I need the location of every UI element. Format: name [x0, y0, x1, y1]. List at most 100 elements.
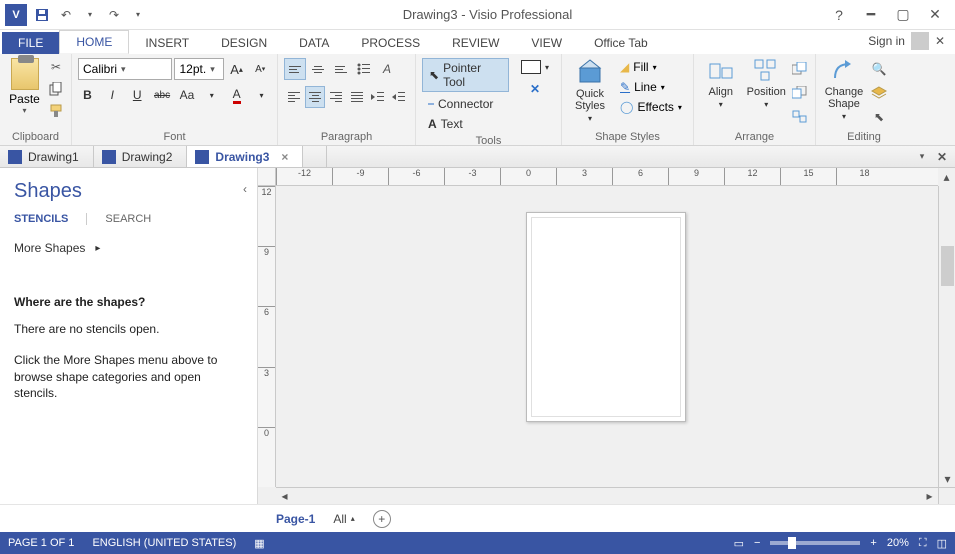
copy-icon[interactable]	[47, 80, 65, 98]
fill-button[interactable]: ◢Fill▾	[616, 58, 686, 76]
tab-data[interactable]: DATA	[283, 32, 345, 54]
zoom-slider[interactable]	[770, 541, 860, 545]
italic-button[interactable]: I	[103, 84, 122, 106]
align-middle-button[interactable]	[307, 58, 329, 80]
tab-review[interactable]: REVIEW	[436, 32, 515, 54]
font-size-combo[interactable]: 12pt.▾	[174, 58, 223, 80]
zoom-level[interactable]: 20%	[887, 537, 909, 549]
doctab-close-icon[interactable]: ✕	[933, 148, 951, 166]
tab-view[interactable]: VIEW	[515, 32, 578, 54]
doctab-drawing2[interactable]: Drawing2	[94, 146, 188, 167]
doctab-drawing3[interactable]: Drawing3×	[187, 146, 303, 167]
text-tool-button[interactable]: AText	[422, 115, 509, 133]
connection-point-tool[interactable]: ✕	[524, 80, 546, 98]
justify-button[interactable]	[347, 86, 367, 108]
indent-left-button[interactable]	[368, 86, 388, 108]
strike-button[interactable]: abc	[153, 84, 172, 106]
horizontal-scrollbar[interactable]: ◂ ▸	[276, 487, 938, 504]
minimize-icon[interactable]: ━	[859, 3, 883, 27]
select-icon[interactable]: ⬉	[870, 108, 888, 126]
align-center-button[interactable]	[305, 86, 325, 108]
bold-button[interactable]: B	[78, 84, 97, 106]
send-back-icon[interactable]	[791, 84, 809, 102]
new-doctab-button[interactable]	[303, 146, 327, 167]
tab-design[interactable]: DESIGN	[205, 32, 283, 54]
close-tab-icon[interactable]: ×	[281, 150, 288, 164]
sign-in-link[interactable]: Sign in ✕	[858, 28, 955, 54]
bring-front-icon[interactable]	[791, 60, 809, 78]
align-button[interactable]: Align▾	[700, 58, 742, 109]
font-fill-dropdown[interactable]: ▾	[202, 84, 221, 106]
text-direction-button[interactable]: A	[376, 58, 398, 80]
help-icon[interactable]: ?	[827, 3, 851, 27]
line-button[interactable]: ✎Line▾	[616, 78, 686, 96]
page-indicator[interactable]: PAGE 1 OF 1	[8, 537, 74, 549]
save-icon[interactable]	[32, 5, 52, 25]
bullets-button[interactable]	[353, 58, 375, 80]
doctab-drawing1[interactable]: Drawing1	[0, 146, 94, 167]
all-pages-button[interactable]: All▴	[333, 512, 354, 526]
doctab-menu-icon[interactable]: ▾	[913, 148, 931, 166]
zoom-out-icon[interactable]: −	[754, 537, 760, 549]
layers-icon[interactable]	[870, 84, 888, 102]
page-tab[interactable]: Page-1	[276, 512, 315, 526]
font-color-button[interactable]: A	[227, 84, 246, 106]
ruler-vertical[interactable]: 12 9 6 3 0	[258, 186, 276, 487]
scroll-down-icon[interactable]: ▾	[939, 470, 955, 487]
stencils-tab[interactable]: STENCILS	[14, 213, 87, 225]
undo-icon[interactable]: ↶	[56, 5, 76, 25]
drawing-page[interactable]	[526, 212, 686, 422]
align-right-button[interactable]	[326, 86, 346, 108]
zoom-slider-handle[interactable]	[788, 537, 796, 549]
file-tab[interactable]: FILE	[2, 32, 59, 54]
close-icon[interactable]: ✕	[923, 3, 947, 27]
scroll-up-icon[interactable]: ▴	[938, 168, 955, 186]
close-pane-icon[interactable]: ✕	[935, 34, 945, 48]
change-shape-button[interactable]: Change Shape▾	[822, 58, 866, 121]
qat-customize-icon[interactable]: ▾	[128, 5, 148, 25]
tab-home[interactable]: HOME	[59, 30, 129, 54]
paste-button[interactable]: Paste ▾	[6, 58, 43, 115]
tab-process[interactable]: PROCESS	[345, 32, 436, 54]
connector-tool-button[interactable]: ⎯Connector	[422, 94, 509, 113]
search-tab[interactable]: SEARCH	[105, 213, 151, 225]
align-bottom-button[interactable]	[330, 58, 352, 80]
scrollbar-thumb[interactable]	[941, 246, 954, 286]
quick-styles-button[interactable]: Quick Styles▾	[568, 58, 612, 123]
tab-insert[interactable]: INSERT	[129, 32, 205, 54]
change-case-button[interactable]: Aa	[178, 84, 197, 106]
add-page-button[interactable]: +	[373, 510, 391, 528]
indent-right-button[interactable]	[389, 86, 409, 108]
undo-dropdown-icon[interactable]: ▾	[80, 5, 100, 25]
presentation-mode-icon[interactable]: ▭	[734, 537, 744, 550]
drawing-canvas[interactable]	[276, 186, 938, 487]
scroll-right-icon[interactable]: ▸	[921, 488, 938, 505]
align-top-button[interactable]	[284, 58, 306, 80]
scroll-left-icon[interactable]: ◂	[276, 488, 293, 505]
maximize-icon[interactable]: ▢	[891, 3, 915, 27]
vertical-scrollbar[interactable]: ▾	[938, 186, 955, 487]
redo-icon[interactable]: ↷	[104, 5, 124, 25]
effects-button[interactable]: ◯Effects▾	[616, 98, 686, 116]
macro-icon[interactable]: ▦	[254, 537, 264, 550]
more-shapes-button[interactable]: More Shapes▸	[14, 241, 243, 255]
position-button[interactable]: Position▾	[746, 58, 788, 109]
group-icon[interactable]	[791, 108, 809, 126]
fit-window-icon[interactable]: ⛶	[919, 537, 927, 550]
tab-office[interactable]: Office Tab	[578, 32, 664, 54]
font-color-dropdown[interactable]: ▾	[252, 84, 271, 106]
underline-button[interactable]: U	[128, 84, 147, 106]
pointer-tool-button[interactable]: ⬉Pointer Tool	[422, 58, 509, 92]
rectangle-tool-button[interactable]: ▾	[515, 58, 555, 76]
cut-icon[interactable]: ✂	[47, 58, 65, 76]
zoom-in-icon[interactable]: +	[870, 537, 876, 549]
language-indicator[interactable]: ENGLISH (UNITED STATES)	[92, 537, 236, 549]
font-name-combo[interactable]: Calibri▾	[78, 58, 172, 80]
scrollbar-track[interactable]	[293, 488, 921, 505]
shrink-font-icon[interactable]: A▾	[249, 58, 271, 80]
grow-font-icon[interactable]: A▴	[226, 58, 248, 80]
format-painter-icon[interactable]	[47, 102, 65, 120]
ruler-horizontal[interactable]: -12 -9 -6 -3 0 3 6 9 12 15 18	[276, 168, 938, 186]
collapse-panel-icon[interactable]: ‹	[243, 182, 247, 196]
align-left-button[interactable]	[284, 86, 304, 108]
